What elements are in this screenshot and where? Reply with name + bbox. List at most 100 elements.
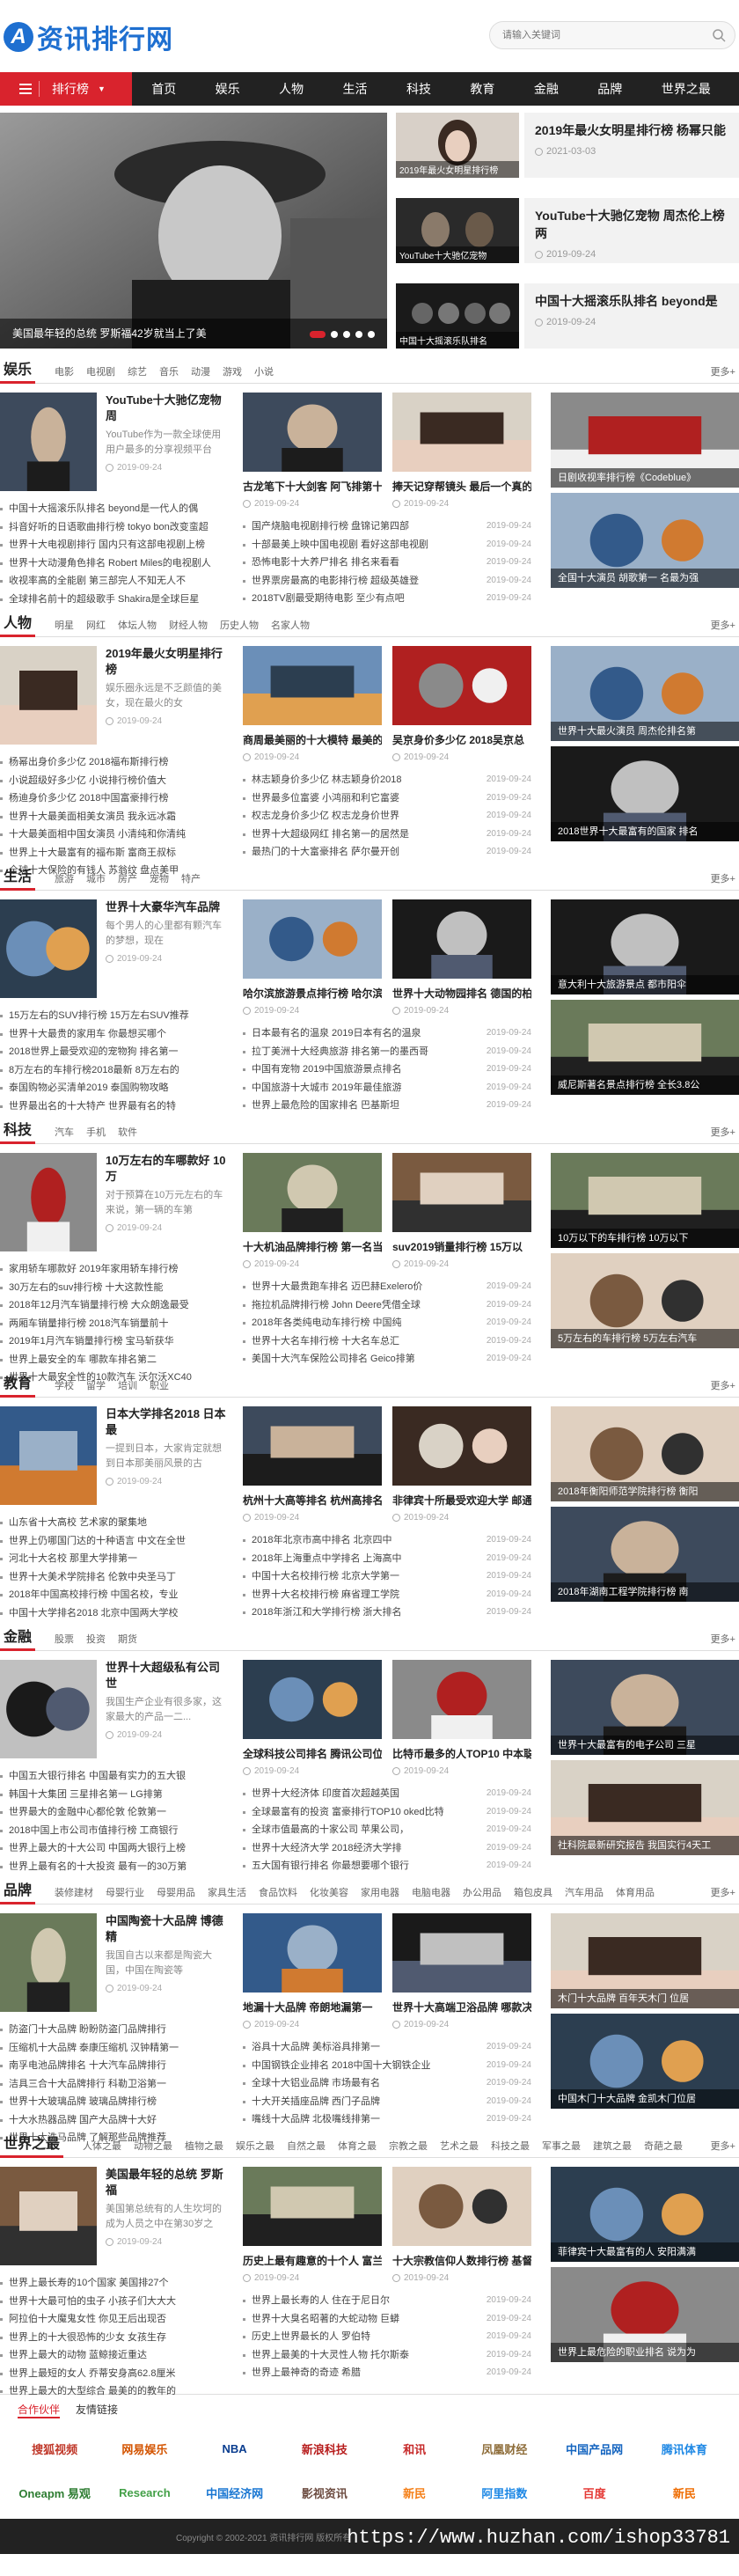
hero-thumb[interactable]: YouTube十大驰亿宠物 — [396, 198, 519, 263]
list-item[interactable]: 河北十大名校 那里大学排第一 — [0, 1550, 230, 1568]
article-card[interactable]: 捧天记穿帮镜头 最后一个真的 2019-09-24 — [392, 393, 531, 509]
list-item[interactable]: 防盗门十大品牌 盼盼防盗门品牌排行 — [0, 2021, 230, 2039]
section-tag[interactable]: 电脑电器 — [412, 1885, 450, 1899]
hero-thumb[interactable]: 中国十大摇滚乐队排名 — [396, 283, 519, 349]
section-tag[interactable]: 体育之最 — [338, 2139, 377, 2153]
article-card[interactable]: 古龙笔下十大剑客 阿飞排第十 2019-09-24 — [243, 393, 382, 509]
list-item[interactable]: 世界最出名的十大特产 世界最有名的特 — [0, 1097, 230, 1116]
dated-list-item[interactable]: 浴具十大品牌 美标浴具排第一 2019-09-24 — [243, 2038, 531, 2057]
dated-list-item[interactable]: 世界十大臭名昭著的大蛇动物 巨蟒 2019-09-24 — [243, 2310, 531, 2329]
partner-logo[interactable]: 阿里指数 — [462, 2475, 546, 2510]
section-tag[interactable]: 股票 — [55, 1632, 74, 1646]
list-item[interactable]: 2018年中国高校排行榜 中国名校，专业 — [0, 1586, 230, 1604]
section-tag[interactable]: 装修建材 — [55, 1885, 93, 1899]
feature-image-link[interactable]: 菲律宾十大最富有的人 安阳满满 — [551, 2167, 739, 2262]
list-item[interactable]: 洁具三合十大品牌排行 科勒卫浴第一 — [0, 2075, 230, 2094]
section-tag[interactable]: 网红 — [86, 618, 106, 632]
partner-logo[interactable]: 中国产品网 — [552, 2431, 637, 2466]
section-tag[interactable]: 奇葩之最 — [644, 2139, 683, 2153]
article-card[interactable]: 十大宗教信仰人数排行榜 基督 2019-09-24 — [392, 2167, 531, 2283]
dated-list-item[interactable]: 权志龙身价多少亿 权志龙身价世界 2019-09-24 — [243, 807, 531, 826]
list-item[interactable]: 2019年1月汽车销量排行榜 宝马斩获华 — [0, 1332, 230, 1351]
section-tag[interactable]: 食品饮料 — [259, 1885, 297, 1899]
carousel-dot[interactable] — [343, 331, 350, 338]
section-tag[interactable]: 职业 — [150, 1378, 169, 1392]
dated-list-item[interactable]: 五大国有银行排名 你最想要哪个银行 2019-09-24 — [243, 1857, 531, 1875]
list-item[interactable]: 世界十大美术学院排名 伦敦中央圣马丁 — [0, 1568, 230, 1587]
dated-list-item[interactable]: 世界十大名车排行榜 十大名车总汇 2019-09-24 — [243, 1332, 531, 1351]
dated-list-item[interactable]: 历史上世界最长的人 罗伯特 2019-09-24 — [243, 2328, 531, 2346]
list-item[interactable]: 世界上最短的女人 乔蒂安身高62.8厘米 — [0, 2365, 230, 2383]
list-item[interactable]: 世界上仍哪国门达的十种语言 中文在全世 — [0, 1532, 230, 1551]
list-item[interactable]: 世界上最安全的车 哪款车排名第二 — [0, 1351, 230, 1369]
dated-list-item[interactable]: 2018年浙江和大学排行榜 浙大排名 2019-09-24 — [243, 1604, 531, 1622]
feature-image-link[interactable]: 世界上最危险的职业排名 说为为 — [551, 2267, 739, 2362]
featured-article[interactable]: 2019年最火女明星排行榜 娱乐圈永远是不乏颜值的美女，现在最火的女 2019-… — [0, 646, 230, 745]
section-tag[interactable]: 汽车用品 — [565, 1885, 604, 1899]
dated-list-item[interactable]: 恐怖电影十大养尸排名 排名来看看 2019-09-24 — [243, 554, 531, 572]
dated-list-item[interactable]: 林志颖身价多少亿 林志颖身价2018 2019-09-24 — [243, 771, 531, 789]
partner-logo[interactable]: 网易娱乐 — [102, 2431, 187, 2466]
category-menu-button[interactable]: 排行榜 ▼ — [0, 72, 132, 106]
section-tag[interactable]: 娱乐之最 — [236, 2139, 274, 2153]
hero-side-item[interactable]: 中国十大摇滚乐队排名 beyond是 2019-09-24 — [524, 283, 739, 349]
partner-logo[interactable]: 腾讯体育 — [642, 2431, 727, 2466]
dated-list-item[interactable]: 全球十大铝业品牌 市场最有名 2019-09-24 — [243, 2074, 531, 2093]
article-card[interactable]: 非律宾十所最受欢迎大学 邮通 2019-09-24 — [392, 1406, 531, 1523]
section-tag[interactable]: 历史人物 — [220, 618, 259, 632]
dated-list-item[interactable]: 世界上最长寿的人 住在于尼日尔 2019-09-24 — [243, 2292, 531, 2310]
section-tag[interactable]: 动漫 — [191, 364, 210, 378]
section-tag[interactable]: 家具生活 — [208, 1885, 246, 1899]
nav-item-tech[interactable]: 科技 — [406, 80, 431, 98]
hero-side-item[interactable]: YouTube十大驰亿宠物 周杰伦上榜两 2019-09-24 — [524, 198, 739, 263]
partner-logo[interactable]: 百度 — [552, 2475, 637, 2510]
dated-list-item[interactable]: 中国有宠物 2019中国旅游景点排名 2019-09-24 — [243, 1060, 531, 1079]
feature-image-link[interactable]: 2018世界十大最富有的国家 排名 — [551, 746, 739, 841]
list-item[interactable]: 世界十大电视剧排行 国内只有这部电视剧上榜 — [0, 536, 230, 554]
article-card[interactable]: 历史上最有趣意的十个人 富兰 2019-09-24 — [243, 2167, 382, 2283]
list-item[interactable]: 世界十大最贵的家用车 你最想买哪个 — [0, 1025, 230, 1044]
partner-logo[interactable]: 新民 — [372, 2475, 457, 2510]
section-tag[interactable]: 明星 — [55, 618, 74, 632]
section-tag[interactable]: 宠物 — [150, 871, 169, 885]
article-card[interactable]: suv2019销量排行榜 15万以 2019-09-24 — [392, 1153, 531, 1269]
tab-friend-links[interactable]: 友情链接 — [76, 2402, 118, 2418]
nav-item-entertainment[interactable]: 娱乐 — [216, 80, 240, 98]
dated-list-item[interactable]: 拉丁美洲十大经典旅游 排名第一的墨西哥 2019-09-24 — [243, 1043, 531, 1061]
list-item[interactable]: 2018年12月汽车销量排行榜 大众朗逸最受 — [0, 1296, 230, 1315]
dated-list-item[interactable]: 世界上最危险的国家排名 巴基斯坦 2019-09-24 — [243, 1097, 531, 1115]
list-item[interactable]: 南孚电池品牌排名 十大汽车品牌排行 — [0, 2057, 230, 2075]
partner-logo[interactable]: 和讯 — [372, 2431, 457, 2466]
more-link[interactable]: 更多+ — [711, 1125, 735, 1139]
dated-list-item[interactable]: 十大开关插座品牌 西门子品牌 2019-09-24 — [243, 2093, 531, 2111]
dated-list-item[interactable]: 嘴线十大品牌 北极嘴线排第一 2019-09-24 — [243, 2110, 531, 2129]
nav-item-world-records[interactable]: 世界之最 — [662, 80, 711, 98]
article-card[interactable]: 十大机油品牌排行榜 第一名当 2019-09-24 — [243, 1153, 382, 1269]
featured-article[interactable]: 日本大学排名2018 日本最 一提到日本，大家肯定就想到日本那美丽风景的古 20… — [0, 1406, 230, 1505]
partner-logo[interactable]: 新浪科技 — [282, 2431, 367, 2466]
feature-image-link[interactable]: 2018年湖南工程学院排行榜 南 — [551, 1507, 739, 1602]
carousel-dot[interactable] — [355, 331, 362, 338]
section-tag[interactable]: 电影 — [55, 364, 74, 378]
nav-item-home[interactable]: 首页 — [151, 80, 176, 98]
section-tag[interactable]: 汽车 — [55, 1125, 74, 1139]
nav-item-finance[interactable]: 金融 — [534, 80, 559, 98]
list-item[interactable]: 世界上最大的大型综合 最美的的教年的 — [0, 2382, 230, 2401]
list-item[interactable]: 世界十大最美面相美女演员 我永远冰霜 — [0, 808, 230, 826]
dated-list-item[interactable]: 世界十大经济大学 2018经济大学排 2019-09-24 — [243, 1839, 531, 1858]
dated-list-item[interactable]: 美国十大汽车保险公司排名 Geico排第 2019-09-24 — [243, 1350, 531, 1369]
dated-list-item[interactable]: 世界票房最高的电影排行榜 超级英雄登 2019-09-24 — [243, 572, 531, 591]
section-tag[interactable]: 动物之最 — [134, 2139, 172, 2153]
dated-list-item[interactable]: 中国旅游十大城市 2019年最佳旅游 2019-09-24 — [243, 1079, 531, 1097]
section-tag[interactable]: 名家人物 — [271, 618, 310, 632]
list-item[interactable]: 阿拉伯十大魔鬼女性 你见王后出现否 — [0, 2310, 230, 2329]
section-title[interactable]: 教育 — [0, 1371, 36, 1398]
more-link[interactable]: 更多+ — [711, 1378, 735, 1392]
dated-list-item[interactable]: 国产烧脑电视剧排行榜 盘锦记第四部 2019-09-24 — [243, 517, 531, 536]
feature-image-link[interactable]: 世界十大最富有的电子公司 三星 — [551, 1660, 739, 1755]
list-item[interactable]: 中国五大银行排名 中国最有实力的五大银 — [0, 1767, 230, 1786]
section-tag[interactable]: 化妆美容 — [310, 1885, 348, 1899]
list-item[interactable]: 中国十大学排名2018 北京中国两大学校 — [0, 1604, 230, 1623]
list-item[interactable]: 压缩机十大品牌 泰康压缩机 汉钟精第一 — [0, 2039, 230, 2058]
list-item[interactable]: 8万左右的车排行榜2018最新 8万左右的 — [0, 1061, 230, 1080]
